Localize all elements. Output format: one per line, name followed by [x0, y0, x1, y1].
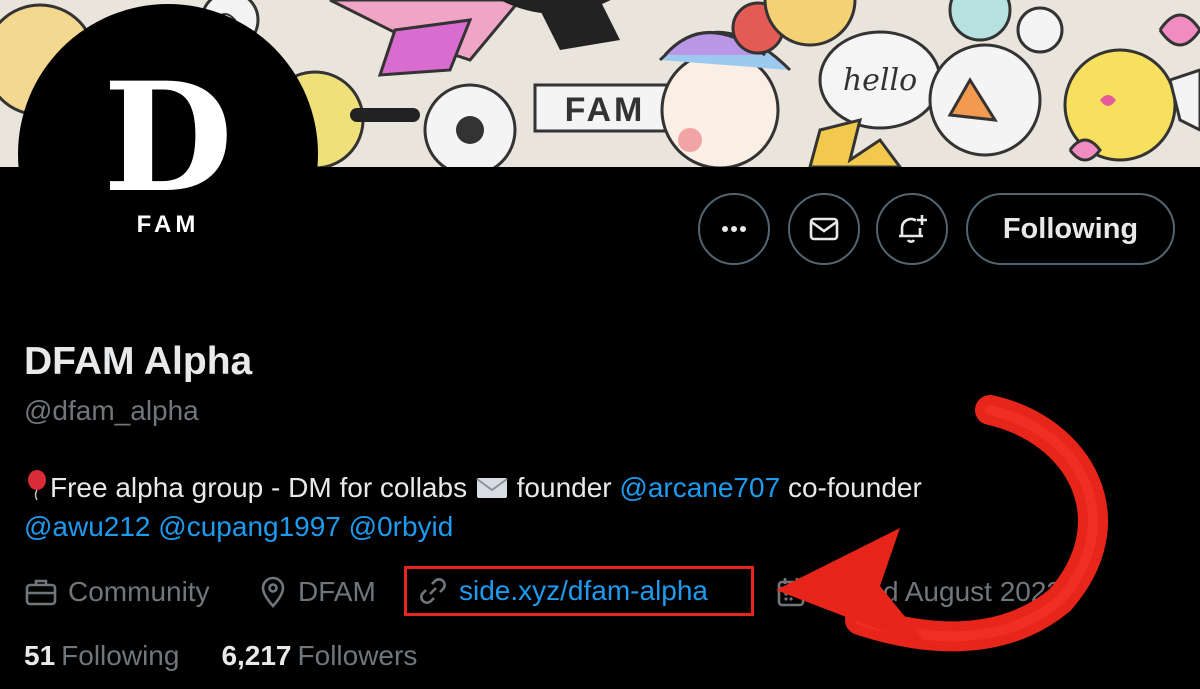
following-stat[interactable]: 51 Following	[24, 640, 179, 672]
profile-joined-date: Joined August 2022	[776, 570, 1062, 614]
mention-link[interactable]: @awu212	[24, 511, 151, 542]
briefcase-icon	[25, 579, 57, 606]
category-label: Community	[68, 576, 210, 607]
mention-link[interactable]: @0rbyid	[349, 511, 454, 542]
mention-link[interactable]: @cupang1997	[158, 511, 341, 542]
website-link[interactable]: side.xyz/dfam-alpha	[459, 575, 708, 607]
svg-text:FAM: FAM	[565, 91, 646, 129]
username-handle: @dfam_alpha	[24, 395, 199, 426]
link-icon	[420, 578, 446, 604]
follow-stats: 51 Following 6,217 Followers	[24, 640, 459, 672]
bell-plus-icon	[899, 215, 927, 243]
profile-category: Community	[24, 570, 210, 614]
following-count: 51	[24, 640, 56, 671]
location-pin-icon	[261, 576, 285, 608]
followers-count: 6,217	[221, 640, 292, 671]
bio-text-1: Free alpha group - DM for collabs	[50, 472, 468, 503]
profile-location: DFAM	[258, 570, 376, 614]
envelope-emoji-icon	[476, 478, 508, 498]
more-horizontal-icon	[722, 226, 746, 232]
dfam-logo: D FAM	[24, 10, 312, 298]
profile-avatar[interactable]: D FAM	[24, 10, 312, 298]
notifications-button[interactable]	[876, 193, 948, 265]
display-name: DFAM Alpha	[24, 340, 253, 383]
profile-website[interactable]: side.xyz/dfam-alpha	[404, 566, 754, 616]
envelope-icon	[809, 217, 839, 241]
message-button[interactable]	[788, 193, 860, 265]
joined-label: Joined August 2022	[816, 576, 1062, 607]
profile-bio: Free alpha group - DM for collabs founde…	[24, 468, 1144, 546]
svg-text:FAM: FAM	[137, 211, 200, 238]
bio-text-3: co-founder	[787, 472, 922, 503]
followers-stat-label: Followers	[297, 640, 418, 671]
svg-text:hello: hello	[843, 63, 917, 98]
calendar-icon	[777, 578, 805, 607]
mention-link[interactable]: @arcane707	[619, 472, 780, 503]
location-label: DFAM	[298, 576, 376, 607]
bio-text-2: founder	[516, 472, 612, 503]
following-button[interactable]: Following	[966, 193, 1175, 265]
balloon-emoji-icon	[28, 470, 46, 501]
svg-text:D: D	[103, 50, 233, 226]
more-button[interactable]	[698, 193, 770, 265]
followers-stat[interactable]: 6,217 Followers	[221, 640, 417, 672]
following-stat-label: Following	[61, 640, 180, 671]
